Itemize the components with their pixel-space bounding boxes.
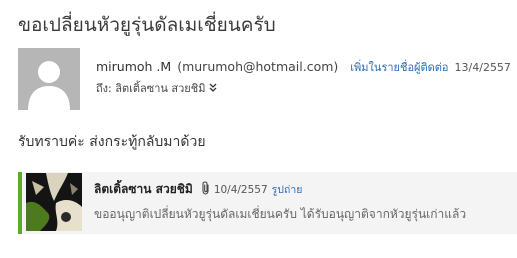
quoted-sender-name[interactable]: ลิตเติ้ลซาน สวยชิมิ <box>94 182 193 196</box>
person-silhouette-icon <box>18 48 80 110</box>
recipients-line: ถึง: ลิตเติ้ลซาน สวยชิมิ <box>96 79 217 97</box>
paperclip-icon <box>201 181 211 198</box>
sender-name[interactable]: mirumoh .M <box>96 59 171 74</box>
sender-avatar[interactable] <box>18 48 80 110</box>
add-to-contacts-link[interactable]: เพิ่มในรายชื่อผู้ติดต่อ <box>350 61 448 74</box>
recipients-text: ถึง: ลิตเติ้ลซาน สวยชิมิ <box>96 82 206 95</box>
message-header: mirumoh .M (murumoh@hotmail.com) เพิ่มในรา… <box>18 48 517 110</box>
quoted-snippet: ขออนุญาติเปลี่ยนหัวยูรุ่นดัลเมเชี่ยนครับ… <box>94 207 467 221</box>
quoted-date: 10/4/2557 <box>213 184 268 196</box>
message-body: รับทราบค่ะ ส่งกระทู้กลับมาด้วย <box>18 134 206 150</box>
chevron-down-icon[interactable] <box>209 83 217 95</box>
message-subject: ขอเปลี่ยนหัวยูรุ่นดัลเมเชี่ยนครับ <box>18 14 276 36</box>
sender-email: (murumoh@hotmail.com) <box>177 59 339 74</box>
quoted-message[interactable]: ลิตเติ้ลซาน สวยชิมิ 10/4/2557 รูปถ่าย ขออ… <box>18 172 517 234</box>
message-date: 13/4/2557 <box>454 61 511 74</box>
quoted-sender-avatar[interactable] <box>26 173 82 231</box>
quoted-meta: ลิตเติ้ลซาน สวยชิมิ 10/4/2557 รูปถ่าย <box>94 180 302 199</box>
sender-photo-icon <box>26 173 82 231</box>
quoted-photo-link[interactable]: รูปถ่าย <box>272 184 303 196</box>
sender-line: mirumoh .M (murumoh@hotmail.com) เพิ่มในรา… <box>96 58 511 76</box>
